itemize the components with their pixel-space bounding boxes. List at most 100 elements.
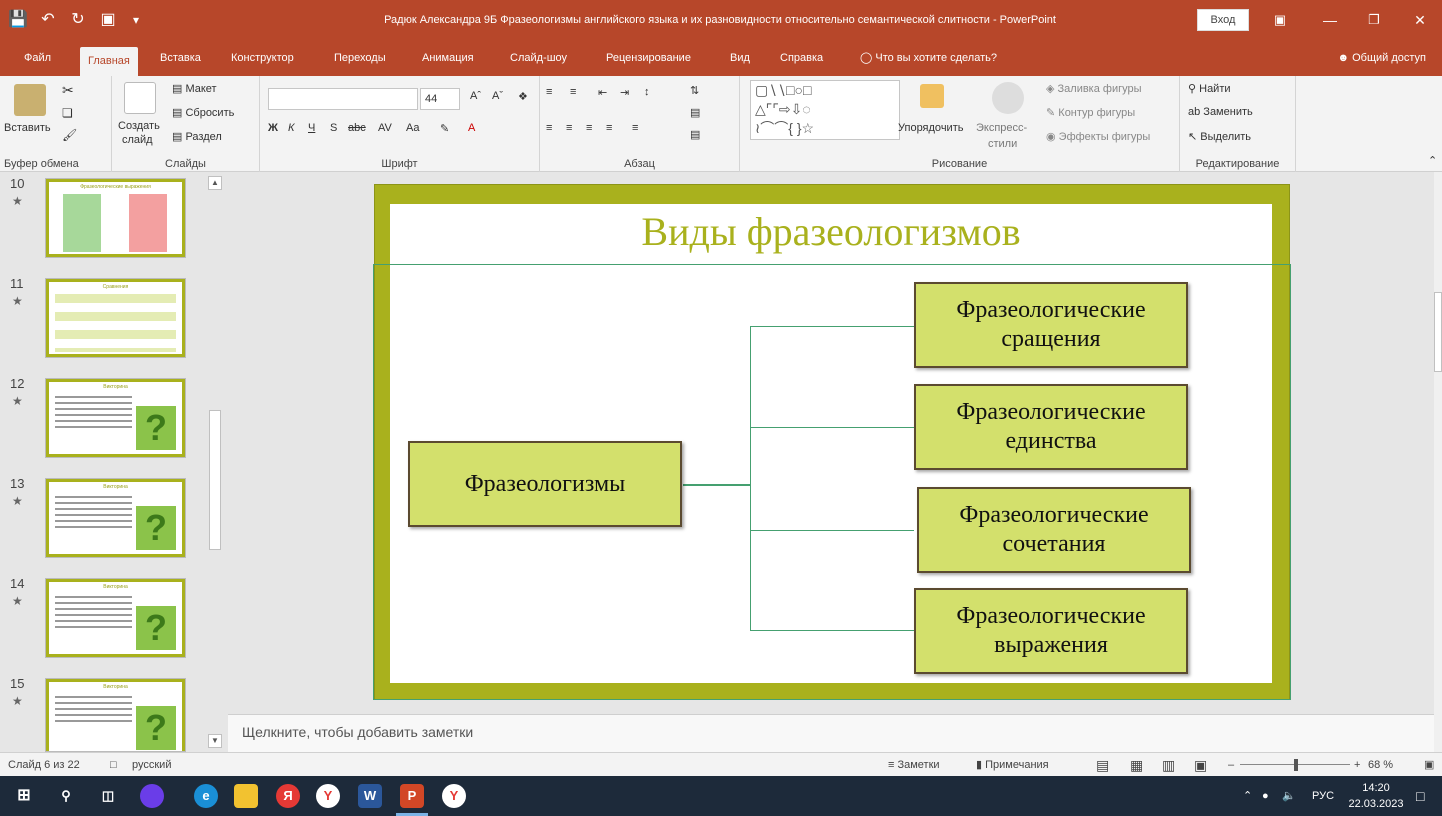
redo-icon[interactable]: ↻ — [64, 6, 92, 34]
font-size-combo[interactable]: 44 — [420, 88, 460, 110]
zoom-slider-thumb[interactable] — [1294, 759, 1298, 771]
shadow-icon[interactable]: S — [330, 122, 337, 134]
undo-icon[interactable]: ↶ — [34, 6, 62, 34]
slide-sorter-icon[interactable]: ▦ — [1130, 753, 1143, 777]
align-left-icon[interactable]: ≡ — [546, 122, 552, 134]
replace-button[interactable]: ab Заменить — [1188, 106, 1253, 118]
edge-browser-icon[interactable]: e — [194, 784, 218, 808]
zoom-in-button[interactable]: + — [1354, 753, 1360, 777]
find-button[interactable]: ⚲ Найти — [1188, 82, 1231, 95]
italic-icon[interactable]: К — [288, 122, 294, 134]
slide-scrollbar[interactable] — [1434, 172, 1442, 752]
tray-chevron-icon[interactable]: ⌃ — [1243, 776, 1252, 816]
line-spacing-icon[interactable]: ↕ — [644, 86, 650, 98]
thumbnail-scrollbar[interactable]: ▲ ▼ — [207, 172, 223, 752]
signin-button[interactable]: Вход — [1197, 9, 1249, 31]
select-button[interactable]: ↖ Выделить — [1188, 130, 1251, 143]
char-spacing-icon[interactable]: AV — [378, 122, 392, 134]
thumbnail-slide-10[interactable]: Фразеологические выражения — [45, 178, 186, 258]
clear-format-icon[interactable]: ❖ — [518, 90, 528, 103]
zoom-level[interactable]: 68 % — [1368, 753, 1393, 777]
slideshow-icon[interactable]: ▣ — [1194, 753, 1207, 777]
align-center-icon[interactable]: ≡ — [566, 122, 572, 134]
save-icon[interactable]: 💾 — [4, 6, 32, 34]
shape-fill-button[interactable]: ◈ Заливка фигуры — [1046, 82, 1142, 95]
bold-icon[interactable]: Ж — [268, 122, 278, 134]
branch-box[interactable]: Фразеологические сращения — [914, 282, 1188, 368]
ribbon-display-options-icon[interactable]: ▣ — [1258, 0, 1302, 40]
paste-icon[interactable] — [14, 84, 46, 116]
justify-icon[interactable]: ≡ — [606, 122, 612, 134]
tab-transitions[interactable]: Переходы — [326, 40, 394, 76]
thumbnail-slide-11[interactable]: Сравнения — [45, 278, 186, 358]
thumbnail-slide-14[interactable]: Викторина ? — [45, 578, 186, 658]
paste-button[interactable]: Вставить — [4, 122, 51, 134]
microphone-icon[interactable]: ● — [1262, 776, 1269, 816]
task-view-icon[interactable]: ◫ — [96, 784, 120, 808]
new-slide-icon[interactable] — [124, 82, 156, 114]
yandex-browser-icon[interactable]: Y — [316, 784, 340, 808]
notes-button[interactable]: ≡ Заметки — [888, 753, 940, 777]
slide-title[interactable]: Виды фразеологизмов — [390, 208, 1272, 255]
quick-styles-icon[interactable] — [992, 82, 1024, 114]
numbering-icon[interactable]: ≡ — [570, 86, 576, 98]
word-icon[interactable]: W — [358, 784, 382, 808]
powerpoint-icon[interactable]: P — [400, 784, 424, 808]
alice-assistant-icon[interactable] — [140, 784, 164, 808]
yandex-icon[interactable]: Я — [276, 784, 300, 808]
arrange-button[interactable]: Упорядочить — [898, 122, 963, 134]
scroll-down-icon[interactable]: ▼ — [208, 734, 222, 748]
columns-icon[interactable]: ≡ — [632, 122, 638, 134]
branch-box[interactable]: Фразеологические сочетания — [917, 487, 1191, 573]
quick-styles-button[interactable]: Экспресс- — [976, 122, 1027, 134]
highlight-icon[interactable]: ✎ — [440, 122, 449, 135]
text-direction-icon[interactable]: ⇅ — [690, 84, 699, 97]
cut-icon[interactable]: ✂ — [62, 82, 74, 99]
new-slide-button[interactable]: Создать — [118, 120, 160, 132]
strikethrough-icon[interactable]: abc — [348, 122, 366, 134]
close-button[interactable]: ✕ — [1398, 0, 1442, 40]
language-indicator[interactable]: русский — [132, 753, 171, 777]
zoom-out-button[interactable]: – — [1228, 753, 1234, 777]
tab-insert[interactable]: Вставка — [152, 40, 209, 76]
font-color-icon[interactable]: A — [468, 122, 475, 134]
clock[interactable]: 14:20 22.03.2023 — [1346, 780, 1406, 816]
smartart-icon[interactable]: ▤ — [690, 128, 700, 141]
thumbnail-pane[interactable]: 10 ★ Фразеологические выражения 11 ★ Сра… — [0, 172, 228, 752]
collapse-ribbon-icon[interactable]: ⌃ — [1428, 154, 1437, 167]
scroll-up-icon[interactable]: ▲ — [208, 176, 222, 190]
tell-me-search[interactable]: ◯ Что вы хотите сделать? — [852, 40, 1005, 76]
notification-icon[interactable]: □ — [1416, 776, 1424, 816]
share-button[interactable]: ☻ Общий доступ — [1337, 40, 1426, 76]
tab-file[interactable]: Файл — [16, 40, 59, 76]
align-right-icon[interactable]: ≡ — [586, 122, 592, 134]
shape-effects-button[interactable]: ◉ Эффекты фигуры — [1046, 130, 1150, 143]
yandex-browser-icon[interactable]: Y — [442, 784, 466, 808]
format-painter-icon[interactable]: 🖌 — [62, 128, 77, 142]
volume-icon[interactable]: 🔈 — [1282, 776, 1296, 816]
tab-design[interactable]: Конструктор — [223, 40, 302, 76]
comments-button[interactable]: ▮ Примечания — [976, 753, 1049, 777]
file-explorer-icon[interactable] — [234, 784, 258, 808]
change-case-icon[interactable]: Aa — [406, 122, 419, 134]
thumbnail-slide-12[interactable]: Викторина ? — [45, 378, 186, 458]
underline-icon[interactable]: Ч — [308, 122, 315, 134]
shape-outline-button[interactable]: ✎ Контур фигуры — [1046, 106, 1135, 119]
search-icon[interactable]: ⚲ — [54, 784, 78, 808]
tab-slideshow[interactable]: Слайд-шоу — [502, 40, 575, 76]
tab-view[interactable]: Вид — [722, 40, 758, 76]
shapes-gallery[interactable]: ▢∖∖□○□ △⌜⌜⇨⇩◌ ≀⌒⌒{ }☆ — [750, 80, 900, 140]
tab-review[interactable]: Рецензирование — [598, 40, 699, 76]
reading-view-icon[interactable]: ▥ — [1162, 753, 1175, 777]
bullets-icon[interactable]: ≡ — [546, 86, 552, 98]
start-from-beginning-icon[interactable]: ▣ — [94, 6, 122, 34]
notes-placeholder[interactable]: Щелкните, чтобы добавить заметки — [242, 724, 473, 740]
layout-button[interactable]: ▤ Макет — [172, 82, 217, 95]
copy-icon[interactable]: ❏ — [62, 106, 73, 120]
customize-toolbar-icon[interactable]: ▾ — [122, 6, 150, 34]
tab-help[interactable]: Справка — [772, 40, 831, 76]
branch-box[interactable]: Фразеологические выражения — [914, 588, 1188, 674]
section-button[interactable]: ▤ Раздел — [172, 130, 222, 143]
windows-start-icon[interactable]: ⊞ — [12, 784, 36, 808]
align-text-icon[interactable]: ▤ — [690, 106, 700, 119]
